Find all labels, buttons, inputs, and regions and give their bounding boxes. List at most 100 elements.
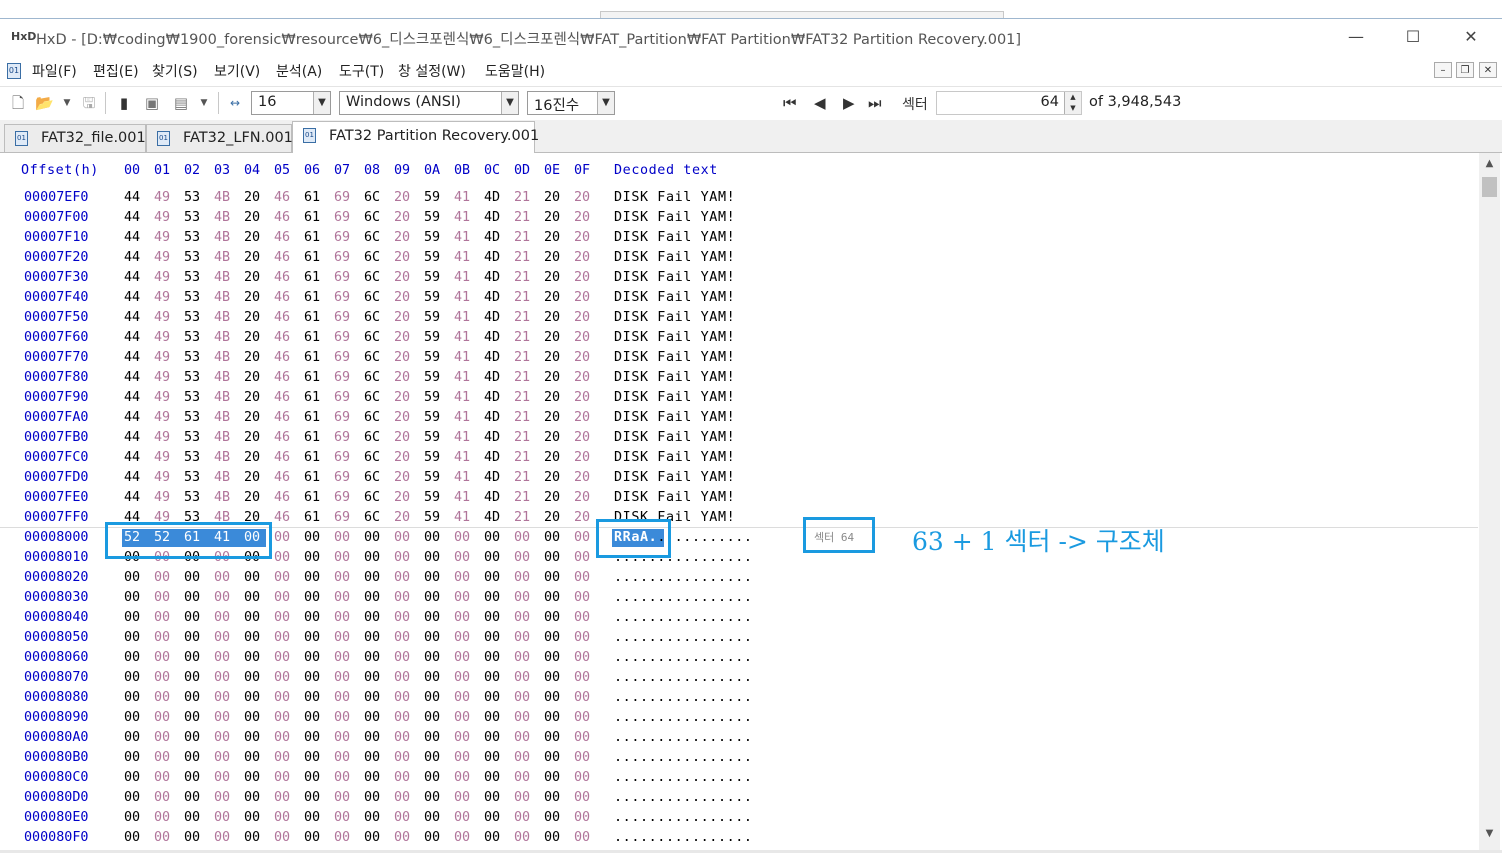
hex-byte[interactable]: 00: [334, 550, 350, 565]
hex-byte[interactable]: 20: [394, 410, 410, 425]
hex-byte[interactable]: 49: [154, 390, 170, 405]
hex-byte[interactable]: 00: [544, 710, 560, 725]
hex-byte[interactable]: 4B: [214, 210, 230, 225]
decoded-text[interactable]: ................: [614, 730, 753, 745]
hex-byte[interactable]: 00: [514, 750, 530, 765]
hex-byte[interactable]: 59: [424, 370, 440, 385]
hex-byte[interactable]: 46: [274, 250, 290, 265]
hex-row[interactable]: 00007F40 44 49 53 4B 20 46 61 69 6C 20 59 41 4D 21 20 20…: [0, 288, 1478, 308]
hex-byte[interactable]: 20: [394, 370, 410, 385]
disk-image-icon[interactable]: ▤: [172, 94, 190, 112]
hex-byte[interactable]: 00: [364, 630, 380, 645]
hex-byte[interactable]: 00: [244, 830, 260, 845]
hex-byte[interactable]: 59: [424, 210, 440, 225]
hex-byte[interactable]: 20: [574, 290, 590, 305]
hex-byte[interactable]: 00: [514, 610, 530, 625]
hex-byte[interactable]: 00: [214, 570, 230, 585]
save-icon[interactable]: 🖫: [80, 94, 98, 112]
hex-byte[interactable]: 00: [484, 670, 500, 685]
hex-byte[interactable]: 49: [154, 290, 170, 305]
hex-byte[interactable]: 20: [574, 450, 590, 465]
hex-byte[interactable]: 4D: [484, 410, 500, 425]
hex-byte[interactable]: 00: [154, 770, 170, 785]
hex-byte[interactable]: 20: [244, 450, 260, 465]
hex-byte[interactable]: 00: [544, 750, 560, 765]
hex-row[interactable]: 00007EF0 44 49 53 4B 20 46 61 69 6C 20 59 41 4D 21 20 20…: [0, 188, 1478, 208]
hex-byte[interactable]: 20: [544, 490, 560, 505]
hex-byte[interactable]: 00: [454, 630, 470, 645]
hex-byte[interactable]: 4D: [484, 210, 500, 225]
hex-byte[interactable]: 00: [304, 610, 320, 625]
hex-byte[interactable]: 69: [334, 350, 350, 365]
hex-byte[interactable]: 6C: [364, 410, 380, 425]
hex-byte[interactable]: 00: [394, 590, 410, 605]
hex-byte[interactable]: 41: [454, 270, 470, 285]
hex-byte[interactable]: 00: [154, 590, 170, 605]
hex-byte[interactable]: 41: [454, 430, 470, 445]
hex-byte[interactable]: 46: [274, 450, 290, 465]
hex-byte[interactable]: 41: [454, 190, 470, 205]
hex-byte[interactable]: 20: [244, 290, 260, 305]
hex-byte[interactable]: 00: [274, 650, 290, 665]
hex-byte[interactable]: 20: [544, 210, 560, 225]
hex-row[interactable]: 00007FC0 44 49 53 4B 20 46 61 69 6C 20 59 41 4D 21 20 20…: [0, 448, 1478, 468]
chevron-down-icon[interactable]: ▼: [501, 92, 518, 114]
hex-byte[interactable]: 21: [514, 490, 530, 505]
hex-byte[interactable]: 00: [184, 810, 200, 825]
hex-byte[interactable]: 00: [274, 690, 290, 705]
hex-byte[interactable]: 59: [424, 270, 440, 285]
hex-byte[interactable]: 00: [244, 730, 260, 745]
hex-byte[interactable]: 6C: [364, 190, 380, 205]
hex-byte[interactable]: 20: [544, 250, 560, 265]
hex-byte[interactable]: 00: [304, 650, 320, 665]
hex-byte[interactable]: 41: [454, 410, 470, 425]
hex-byte[interactable]: 00: [544, 550, 560, 565]
hex-byte[interactable]: 53: [184, 410, 200, 425]
hex-byte[interactable]: 53: [184, 390, 200, 405]
hex-byte[interactable]: 00: [334, 750, 350, 765]
hex-byte[interactable]: 21: [514, 270, 530, 285]
hex-row[interactable]: 00008040 00 00 00 00 00 00 00 00 00 00 00 00 00 00 00 00…: [0, 608, 1478, 628]
hex-byte[interactable]: 00: [424, 650, 440, 665]
hex-byte[interactable]: 20: [574, 330, 590, 345]
hex-byte[interactable]: 00: [544, 790, 560, 805]
hex-byte[interactable]: 00: [454, 770, 470, 785]
hex-byte[interactable]: 00: [394, 670, 410, 685]
hex-byte[interactable]: 00: [364, 610, 380, 625]
hex-byte[interactable]: 00: [514, 590, 530, 605]
hex-byte[interactable]: 00: [454, 750, 470, 765]
hex-byte[interactable]: 49: [154, 330, 170, 345]
hex-byte[interactable]: 00: [334, 830, 350, 845]
hex-byte[interactable]: 20: [574, 430, 590, 445]
hex-byte[interactable]: 00: [484, 650, 500, 665]
hex-byte[interactable]: 20: [244, 230, 260, 245]
hex-byte[interactable]: 00: [184, 710, 200, 725]
hex-byte[interactable]: 00: [364, 810, 380, 825]
hex-byte[interactable]: 4B: [214, 310, 230, 325]
hex-row[interactable]: 000080D0 00 00 00 00 00 00 00 00 00 00 00 00 00 00 00 00…: [0, 788, 1478, 808]
hex-row[interactable]: 00008060 00 00 00 00 00 00 00 00 00 00 00 00 00 00 00 00…: [0, 648, 1478, 668]
hex-byte[interactable]: 00: [184, 830, 200, 845]
hex-byte[interactable]: 59: [424, 490, 440, 505]
hex-byte[interactable]: 00: [484, 530, 500, 545]
hex-byte[interactable]: 00: [484, 710, 500, 725]
hex-byte[interactable]: 44: [124, 190, 140, 205]
tab-fat32-lfn[interactable]: 01 FAT32_LFN.001: [146, 124, 293, 152]
hex-byte[interactable]: 00: [514, 530, 530, 545]
hex-byte[interactable]: 00: [304, 550, 320, 565]
hex-byte[interactable]: 53: [184, 310, 200, 325]
decoded-text[interactable]: ................: [614, 810, 753, 825]
hex-row[interactable]: 00007F50 44 49 53 4B 20 46 61 69 6C 20 59 41 4D 21 20 20…: [0, 308, 1478, 328]
hex-byte[interactable]: 20: [574, 370, 590, 385]
hex-byte[interactable]: 20: [394, 350, 410, 365]
hex-byte[interactable]: 00: [454, 810, 470, 825]
hex-byte[interactable]: 00: [514, 730, 530, 745]
hex-byte[interactable]: 21: [514, 190, 530, 205]
hex-byte[interactable]: 00: [574, 710, 590, 725]
hex-byte[interactable]: 20: [394, 190, 410, 205]
hex-byte[interactable]: 61: [304, 210, 320, 225]
hex-byte[interactable]: 4D: [484, 510, 500, 525]
hex-byte[interactable]: 00: [304, 710, 320, 725]
hex-byte[interactable]: 4D: [484, 230, 500, 245]
hex-byte[interactable]: 00: [214, 690, 230, 705]
